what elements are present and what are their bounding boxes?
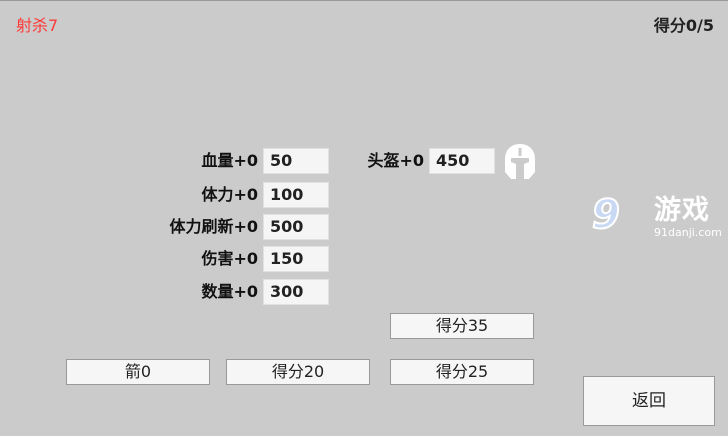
watermark-logo: 9 游戏 91danji.com <box>591 191 728 248</box>
score-progress: 得分0/5 <box>653 16 714 35</box>
score-35-button[interactable]: 得分35 <box>390 313 534 339</box>
logo-url: 91danji.com <box>654 226 722 239</box>
stamina-value: 100 <box>263 182 329 208</box>
score-20-button[interactable]: 得分20 <box>226 359 370 385</box>
stamina-label: 体力+0 <box>201 185 258 204</box>
back-button[interactable]: 返回 <box>583 376 715 426</box>
stamina-refresh-label: 体力刷新+0 <box>169 217 258 236</box>
helmet-label: 头盔+0 <box>367 151 424 170</box>
kill-count: 射杀7 <box>16 16 59 35</box>
quantity-label: 数量+0 <box>201 282 258 301</box>
logo-name: 游戏 <box>654 195 710 226</box>
helmet-icon <box>505 144 535 179</box>
quantity-value: 300 <box>263 279 329 305</box>
logo-number: 9 <box>591 191 621 239</box>
stamina-refresh-value: 500 <box>263 214 329 240</box>
score-25-button[interactable]: 得分25 <box>390 359 534 385</box>
top-border <box>0 0 728 1</box>
damage-value: 150 <box>263 246 329 272</box>
arrow-button[interactable]: 箭0 <box>66 359 210 385</box>
helmet-value: 450 <box>429 148 495 174</box>
damage-label: 伤害+0 <box>201 249 258 268</box>
